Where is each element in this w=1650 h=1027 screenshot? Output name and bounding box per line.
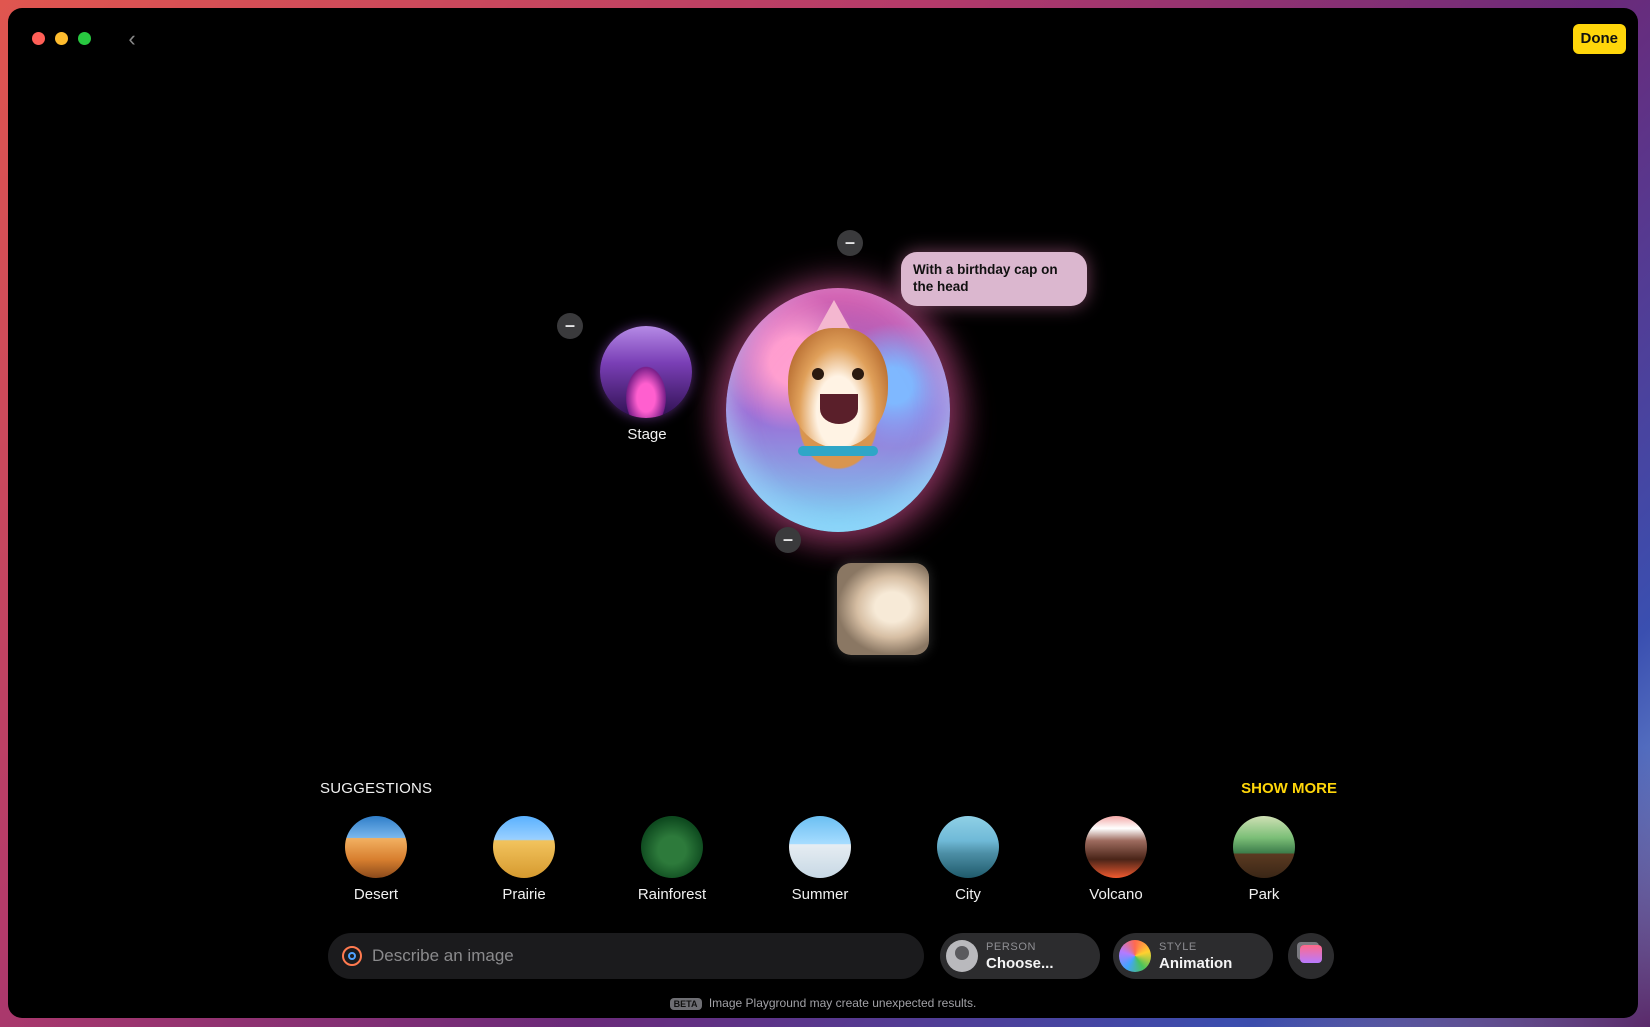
person-kicker: PERSON — [986, 941, 1037, 953]
gallery-icon — [1300, 945, 1322, 963]
dog-collar — [798, 446, 878, 456]
dog-eye-left — [812, 368, 824, 380]
prairie-image-icon — [493, 816, 555, 878]
person-value: Choose... — [986, 955, 1054, 972]
style-picker-button[interactable]: STYLE Animation — [1113, 933, 1273, 979]
remove-stage-button[interactable]: – — [557, 313, 583, 339]
person-picker-button[interactable]: PERSON Choose... — [940, 933, 1100, 979]
summer-image-icon — [789, 816, 851, 878]
suggestion-label: Volcano — [1089, 886, 1143, 903]
dog-mouth — [820, 394, 858, 424]
dog-eye-right — [852, 368, 864, 380]
beta-disclaimer: BETA Image Playground may create unexpec… — [8, 996, 1638, 1010]
suggestion-label: Summer — [791, 886, 849, 903]
remove-photo-button[interactable]: – — [775, 527, 801, 553]
dog-face — [788, 328, 888, 448]
suggestion-desert[interactable]: Desert — [326, 816, 426, 903]
back-chevron-icon[interactable]: ‹ — [120, 28, 144, 52]
suggestion-label: Rainforest — [637, 886, 707, 903]
suggestion-city[interactable]: City — [918, 816, 1018, 903]
suggestions-row: Desert Prairie Rainforest Summer City Vo… — [326, 816, 1326, 906]
generated-image-preview[interactable] — [726, 288, 950, 532]
remove-caption-button[interactable]: – — [837, 230, 863, 256]
suggestion-label: City — [955, 886, 981, 903]
suggestion-label: Desert — [353, 886, 399, 903]
stage-label: Stage — [627, 426, 667, 443]
suggestion-rainforest[interactable]: Rainforest — [622, 816, 722, 903]
prompt-placeholder: Describe an image — [372, 946, 514, 965]
playground-icon — [342, 946, 362, 966]
image-playground-window: ‹ Done – With a birthday cap on the head… — [8, 8, 1638, 1018]
done-button[interactable]: Done — [1572, 24, 1626, 54]
reference-photo-thumbnail[interactable] — [837, 563, 929, 655]
person-icon — [946, 940, 978, 972]
stage-thumbnail[interactable] — [600, 326, 692, 418]
city-image-icon — [937, 816, 999, 878]
zoom-window-button[interactable] — [78, 32, 91, 45]
park-image-icon — [1233, 816, 1295, 878]
window-controls — [32, 32, 91, 45]
gallery-button[interactable] — [1288, 933, 1334, 979]
style-value: Animation — [1159, 955, 1233, 972]
rainforest-image-icon — [641, 816, 703, 878]
suggestion-prairie[interactable]: Prairie — [474, 816, 574, 903]
style-icon — [1119, 940, 1151, 972]
beta-badge: BETA — [669, 997, 702, 1010]
suggestion-summer[interactable]: Summer — [770, 816, 870, 903]
volcano-image-icon — [1085, 816, 1147, 878]
suggestion-park[interactable]: Park — [1214, 816, 1314, 903]
desert-image-icon — [345, 816, 407, 878]
describe-image-input[interactable]: Describe an image — [328, 933, 924, 979]
suggestion-label: Park — [1248, 886, 1280, 903]
show-more-link[interactable]: SHOW MORE — [1241, 780, 1337, 797]
close-window-button[interactable] — [32, 32, 45, 45]
suggestion-volcano[interactable]: Volcano — [1066, 816, 1166, 903]
style-kicker: STYLE — [1159, 941, 1197, 953]
suggestions-title: SUGGESTIONS — [320, 780, 433, 797]
minimize-window-button[interactable] — [55, 32, 68, 45]
beta-disclaimer-text: Image Playground may create unexpected r… — [708, 996, 977, 1010]
caption-bubble[interactable]: With a birthday cap on the head — [901, 252, 1087, 306]
suggestion-label: Prairie — [502, 886, 546, 903]
